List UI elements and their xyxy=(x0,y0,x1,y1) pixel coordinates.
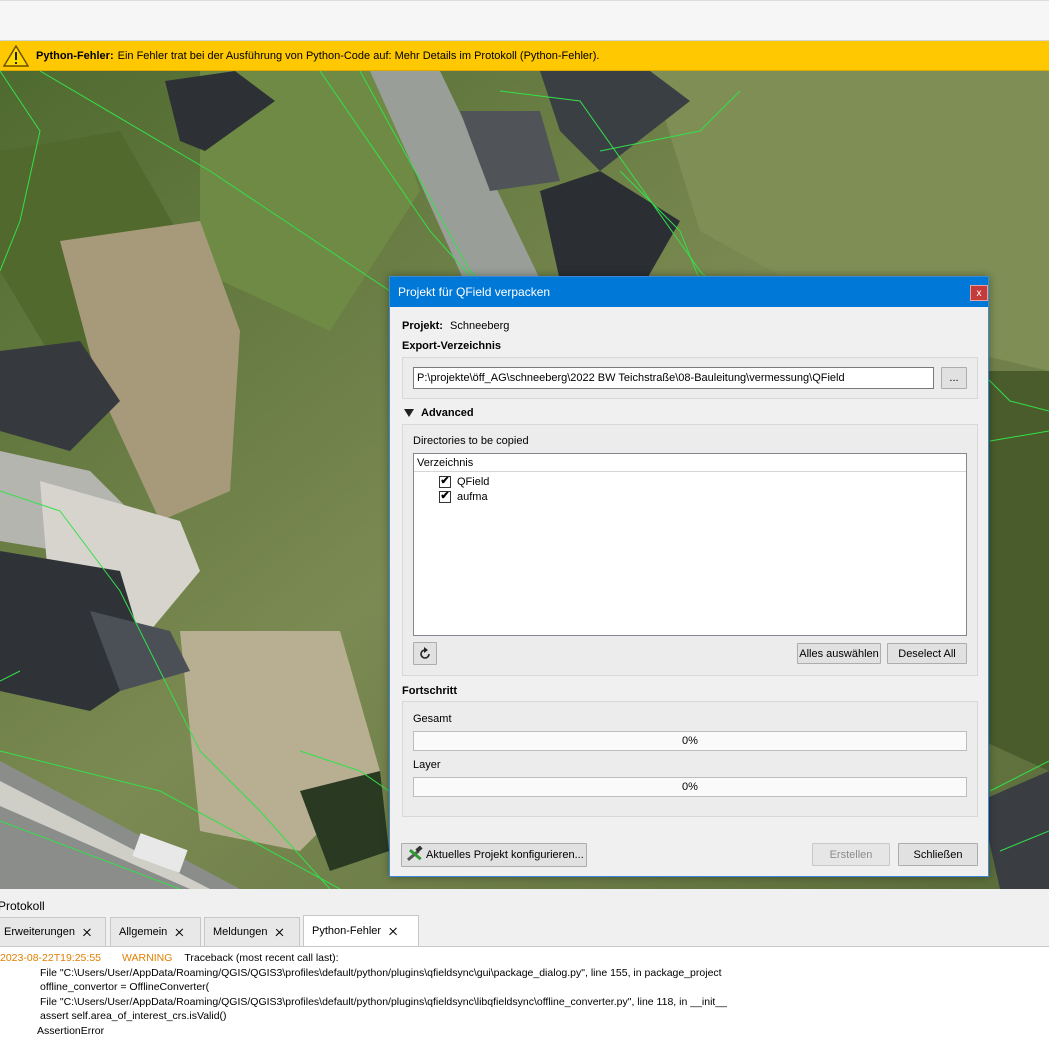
tab-python-fehler[interactable]: Python-Fehler 🞨 xyxy=(303,915,419,946)
message-bar: Python-Fehler: Ein Fehler trat bei der A… xyxy=(0,41,1049,71)
tab-allgemein[interactable]: Allgemein 🞨 xyxy=(110,917,201,946)
total-progress-bar: 0% xyxy=(413,731,967,751)
dialog-close-button[interactable]: x xyxy=(970,285,988,301)
directories-list[interactable]: Verzeichnis ✔ QField ✔ aufma xyxy=(413,453,967,636)
chevron-down-icon xyxy=(404,409,414,417)
log-panel-title: Protokoll xyxy=(0,899,45,913)
checkbox-aufma[interactable]: ✔ xyxy=(439,490,451,503)
tab-label: Meldungen xyxy=(213,926,268,938)
log-tabs: Erweiterungen 🞨 Allgemein 🞨 Meldungen 🞨 … xyxy=(0,915,1049,947)
refresh-icon xyxy=(420,646,430,659)
layer-progress-label: Layer xyxy=(413,759,441,771)
configure-project-button[interactable]: Aktuelles Projekt konfigurieren... xyxy=(401,843,587,867)
progress-label: Fortschritt xyxy=(402,685,457,697)
list-item[interactable]: ✔ QField xyxy=(439,474,489,489)
close-icon: x xyxy=(976,287,982,299)
progress-group: Gesamt 0% Layer 0% xyxy=(402,701,978,817)
log-line: 2023-08-22T19:25:55 WARNING Traceback (mos… xyxy=(0,951,1049,966)
tab-erweiterungen[interactable]: Erweiterungen 🞨 xyxy=(0,917,106,946)
checkbox-qfield[interactable]: ✔ xyxy=(439,475,451,488)
tab-meldungen[interactable]: Meldungen 🞨 xyxy=(204,917,300,946)
advanced-label: Advanced xyxy=(421,407,474,419)
deselect-all-button[interactable]: Deselect All xyxy=(887,643,967,664)
log-line: File "C:\Users/User/AppData/Roaming/QGIS… xyxy=(40,966,722,979)
log-line: assert self.area_of_interest_crs.isValid… xyxy=(40,1010,227,1023)
advanced-group: Directories to be copied Verzeichnis ✔ Q… xyxy=(402,424,978,676)
total-progress-label: Gesamt xyxy=(413,713,452,725)
refresh-button[interactable] xyxy=(413,642,437,665)
message-bar-title: Python-Fehler: xyxy=(36,49,114,62)
browse-button[interactable]: ... xyxy=(941,367,967,389)
log-line: offline_convertor = OfflineConverter( xyxy=(40,981,210,994)
log-panel-titlebar: Protokoll xyxy=(0,889,1049,917)
select-all-button[interactable]: Alles auswählen xyxy=(797,643,881,664)
project-value: Schneeberg xyxy=(450,320,510,332)
tools-icon xyxy=(406,846,423,862)
toolbar-area xyxy=(0,0,1049,41)
tab-close-icon[interactable]: 🞨 xyxy=(175,924,183,941)
log-output[interactable]: 2023-08-22T19:25:55 WARNING Traceback (mos… xyxy=(0,951,1049,1039)
directories-label: Directories to be copied xyxy=(413,435,529,447)
log-timestamp: 2023-08-22T19:25:55 xyxy=(0,952,101,964)
message-bar-text: Ein Fehler trat bei der Ausführung von P… xyxy=(117,49,600,62)
directories-list-header: Verzeichnis xyxy=(414,454,966,472)
configure-project-label: Aktuelles Projekt konfigurieren... xyxy=(426,849,584,861)
layer-progress-bar: 0% xyxy=(413,777,967,797)
tab-label: Erweiterungen xyxy=(4,926,75,938)
list-item-label: QField xyxy=(457,475,490,488)
export-directory-group: P:\projekte\öff_AG\schneeberg\2022 BW Te… xyxy=(402,357,978,399)
create-button[interactable]: Erstellen xyxy=(812,843,890,866)
tab-label: Allgemein xyxy=(119,926,168,938)
tab-close-icon[interactable]: 🞨 xyxy=(389,923,397,940)
log-line: File "C:\Users/User/AppData/Roaming/QGIS… xyxy=(40,995,728,1008)
package-for-qfield-dialog: Projekt für QField verpacken x Projekt: … xyxy=(389,276,989,877)
warning-icon xyxy=(3,44,29,67)
tab-close-icon[interactable]: 🞨 xyxy=(275,924,283,941)
close-button[interactable]: Schließen xyxy=(898,843,978,866)
project-row: Projekt: Schneeberg xyxy=(402,320,509,332)
project-label: Projekt: xyxy=(402,320,443,332)
dialog-title: Projekt für QField verpacken xyxy=(398,285,551,299)
log-level: WARNING xyxy=(122,952,173,964)
tab-close-icon[interactable]: 🞨 xyxy=(83,924,91,941)
export-directory-label: Export-Verzeichnis xyxy=(402,340,502,352)
tab-label: Python-Fehler xyxy=(312,925,382,937)
log-line: AssertionError xyxy=(37,1024,105,1037)
log-text: Traceback (most recent call last): xyxy=(184,952,339,964)
dialog-titlebar: Projekt für QField verpacken x xyxy=(390,277,988,307)
advanced-toggle[interactable]: Advanced xyxy=(404,407,474,419)
list-item-label: aufma xyxy=(457,490,488,503)
list-item[interactable]: ✔ aufma xyxy=(439,489,488,504)
log-panel: Protokoll Erweiterungen 🞨 Allgemein 🞨 Me… xyxy=(0,889,1049,1056)
export-path-input[interactable]: P:\projekte\öff_AG\schneeberg\2022 BW Te… xyxy=(413,367,934,389)
